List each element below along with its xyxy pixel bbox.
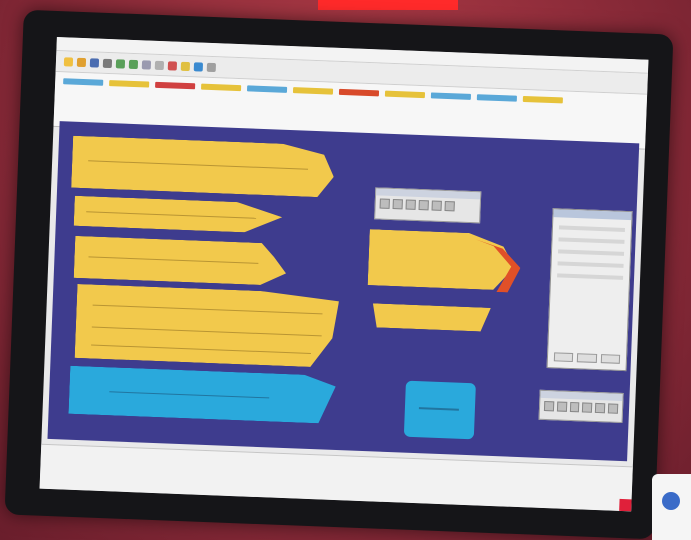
tool-icon[interactable] xyxy=(608,403,619,414)
tool-icon[interactable] xyxy=(392,199,403,210)
tool-icon[interactable] xyxy=(582,402,593,413)
properties-dialog[interactable] xyxy=(546,208,633,372)
piece-thumbnail[interactable] xyxy=(522,95,563,111)
print-icon[interactable] xyxy=(102,58,113,68)
tool-icon[interactable] xyxy=(556,401,567,412)
dialog-field[interactable] xyxy=(557,249,625,256)
tool-icon[interactable] xyxy=(418,200,429,211)
open-folder-icon[interactable] xyxy=(76,57,87,67)
piece-thumbnail[interactable] xyxy=(476,94,517,109)
piece-thumbnail[interactable] xyxy=(338,88,380,104)
dialog-field[interactable] xyxy=(558,225,625,232)
pan-icon[interactable] xyxy=(154,60,165,70)
piece-thumbnail[interactable] xyxy=(246,85,288,100)
settings-icon[interactable] xyxy=(206,62,217,72)
tool-icon[interactable] xyxy=(595,402,606,414)
corner-indicator xyxy=(619,498,634,512)
pattern-piece[interactable] xyxy=(368,229,516,291)
redo-icon[interactable] xyxy=(128,59,139,69)
layout-canvas[interactable] xyxy=(47,121,640,462)
dialog-field[interactable] xyxy=(558,237,625,244)
pattern-piece[interactable] xyxy=(372,303,491,332)
pattern-piece[interactable] xyxy=(71,136,335,198)
dialog-field[interactable] xyxy=(557,261,624,268)
apply-button[interactable] xyxy=(600,354,621,364)
zoom-icon[interactable] xyxy=(141,59,152,70)
tool-palette[interactable] xyxy=(538,389,624,423)
rotate-icon[interactable] xyxy=(167,60,178,71)
tool-icon[interactable] xyxy=(379,198,390,209)
piece-thumbnail[interactable] xyxy=(109,80,150,95)
piece-thumbnail[interactable] xyxy=(155,81,196,97)
piece-thumbnail[interactable] xyxy=(384,90,426,106)
new-file-icon[interactable] xyxy=(63,56,74,67)
cancel-button[interactable] xyxy=(577,353,597,363)
dialog-field[interactable] xyxy=(557,273,624,280)
tool-icon[interactable] xyxy=(569,401,580,413)
undo-icon[interactable] xyxy=(115,58,126,69)
dialog-title-bar[interactable] xyxy=(553,209,632,221)
pattern-piece[interactable] xyxy=(75,284,340,368)
background-red-banner xyxy=(318,0,458,10)
piece-thumbnail[interactable] xyxy=(200,83,242,99)
tool-icon[interactable] xyxy=(543,400,555,412)
tool-palette[interactable] xyxy=(374,187,482,224)
application-window xyxy=(39,36,649,512)
flip-icon[interactable] xyxy=(180,61,191,71)
ok-button[interactable] xyxy=(553,352,574,363)
piece-thumbnail[interactable] xyxy=(292,87,334,102)
tool-icon[interactable] xyxy=(444,201,455,212)
piece-thumbnail[interactable] xyxy=(430,92,472,107)
monitor xyxy=(4,9,674,540)
measure-icon[interactable] xyxy=(193,61,204,72)
tool-icon[interactable] xyxy=(405,199,416,210)
foreground-card xyxy=(652,474,691,540)
circle-icon xyxy=(662,492,680,510)
piece-thumbnail[interactable] xyxy=(63,78,104,93)
tool-icon[interactable] xyxy=(431,200,442,211)
save-icon[interactable] xyxy=(89,57,100,68)
